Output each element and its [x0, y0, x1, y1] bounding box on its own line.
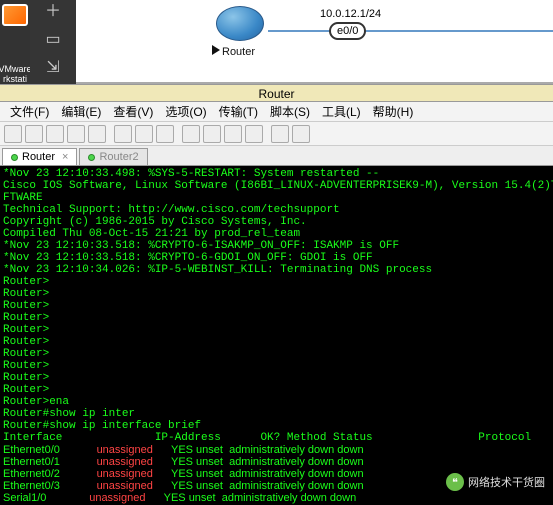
tab-label: Router2	[99, 151, 138, 163]
vmware-logo-icon	[2, 4, 28, 26]
router-node-label: Router	[212, 44, 255, 58]
tb-btn-9[interactable]	[182, 125, 200, 143]
tb-btn-3[interactable]	[46, 125, 64, 143]
vmware-sidebar: VMware rkstati	[0, 0, 30, 84]
tab-router[interactable]: Router ×	[2, 148, 77, 165]
toolbar-separator	[177, 125, 179, 143]
tab-router2[interactable]: Router2	[79, 148, 147, 165]
toolbar-separator	[109, 125, 111, 143]
menu-file[interactable]: 文件(F)	[6, 101, 53, 122]
tb-btn-14[interactable]	[292, 125, 310, 143]
ip-label: 10.0.12.1/24	[320, 8, 381, 20]
expand-icon[interactable]: ⇲	[43, 58, 63, 78]
tb-btn-2[interactable]	[25, 125, 43, 143]
session-tabs: Router × Router2	[0, 146, 553, 166]
tb-btn-1[interactable]	[4, 125, 22, 143]
status-led-icon	[88, 154, 95, 161]
tb-btn-7[interactable]	[135, 125, 153, 143]
tb-btn-10[interactable]	[203, 125, 221, 143]
wechat-icon: ❝	[446, 473, 464, 491]
play-icon	[212, 45, 220, 55]
vmware-label: VMware rkstati	[0, 64, 32, 84]
tb-btn-11[interactable]	[224, 125, 242, 143]
tb-btn-5[interactable]	[88, 125, 106, 143]
watermark-text: 网络技术干货圈	[468, 474, 545, 490]
menu-options[interactable]: 选项(O)	[161, 101, 210, 122]
tb-btn-13[interactable]	[271, 125, 289, 143]
network-link	[268, 30, 553, 32]
watermark: ❝ 网络技术干货圈	[446, 473, 545, 491]
tb-btn-8[interactable]	[156, 125, 174, 143]
window-title: Router	[0, 84, 553, 102]
tb-btn-6[interactable]	[114, 125, 132, 143]
close-icon[interactable]: ×	[62, 151, 68, 163]
add-node-icon[interactable]: ＋	[43, 2, 63, 22]
terminal-output[interactable]: *Nov 23 12:10:33.498: %SYS-5-RESTART: Sy…	[0, 166, 553, 505]
menu-script[interactable]: 脚本(S)	[266, 101, 314, 122]
interface-badge: e0/0	[329, 22, 366, 40]
tab-label: Router	[22, 151, 55, 163]
tb-btn-12[interactable]	[245, 125, 263, 143]
menu-transfer[interactable]: 传输(T)	[215, 101, 262, 122]
menu-edit[interactable]: 编辑(E)	[57, 101, 105, 122]
tb-btn-4[interactable]	[67, 125, 85, 143]
status-led-icon	[11, 154, 18, 161]
menu-bar: 文件(F) 编辑(E) 查看(V) 选项(O) 传输(T) 脚本(S) 工具(L…	[0, 102, 553, 122]
console-icon[interactable]: ▭	[43, 30, 63, 50]
menu-help[interactable]: 帮助(H)	[369, 101, 418, 122]
toolbar	[0, 122, 553, 146]
menu-view[interactable]: 查看(V)	[109, 101, 157, 122]
topology-toolbar: ＋ ▭ ⇲	[30, 0, 76, 84]
toolbar-separator	[266, 125, 268, 143]
router-node-icon[interactable]	[216, 6, 264, 41]
topology-canvas[interactable]: VMware rkstati ＋ ▭ ⇲ Router 10.0.12.1/24…	[0, 0, 553, 84]
menu-tools[interactable]: 工具(L)	[318, 101, 365, 122]
